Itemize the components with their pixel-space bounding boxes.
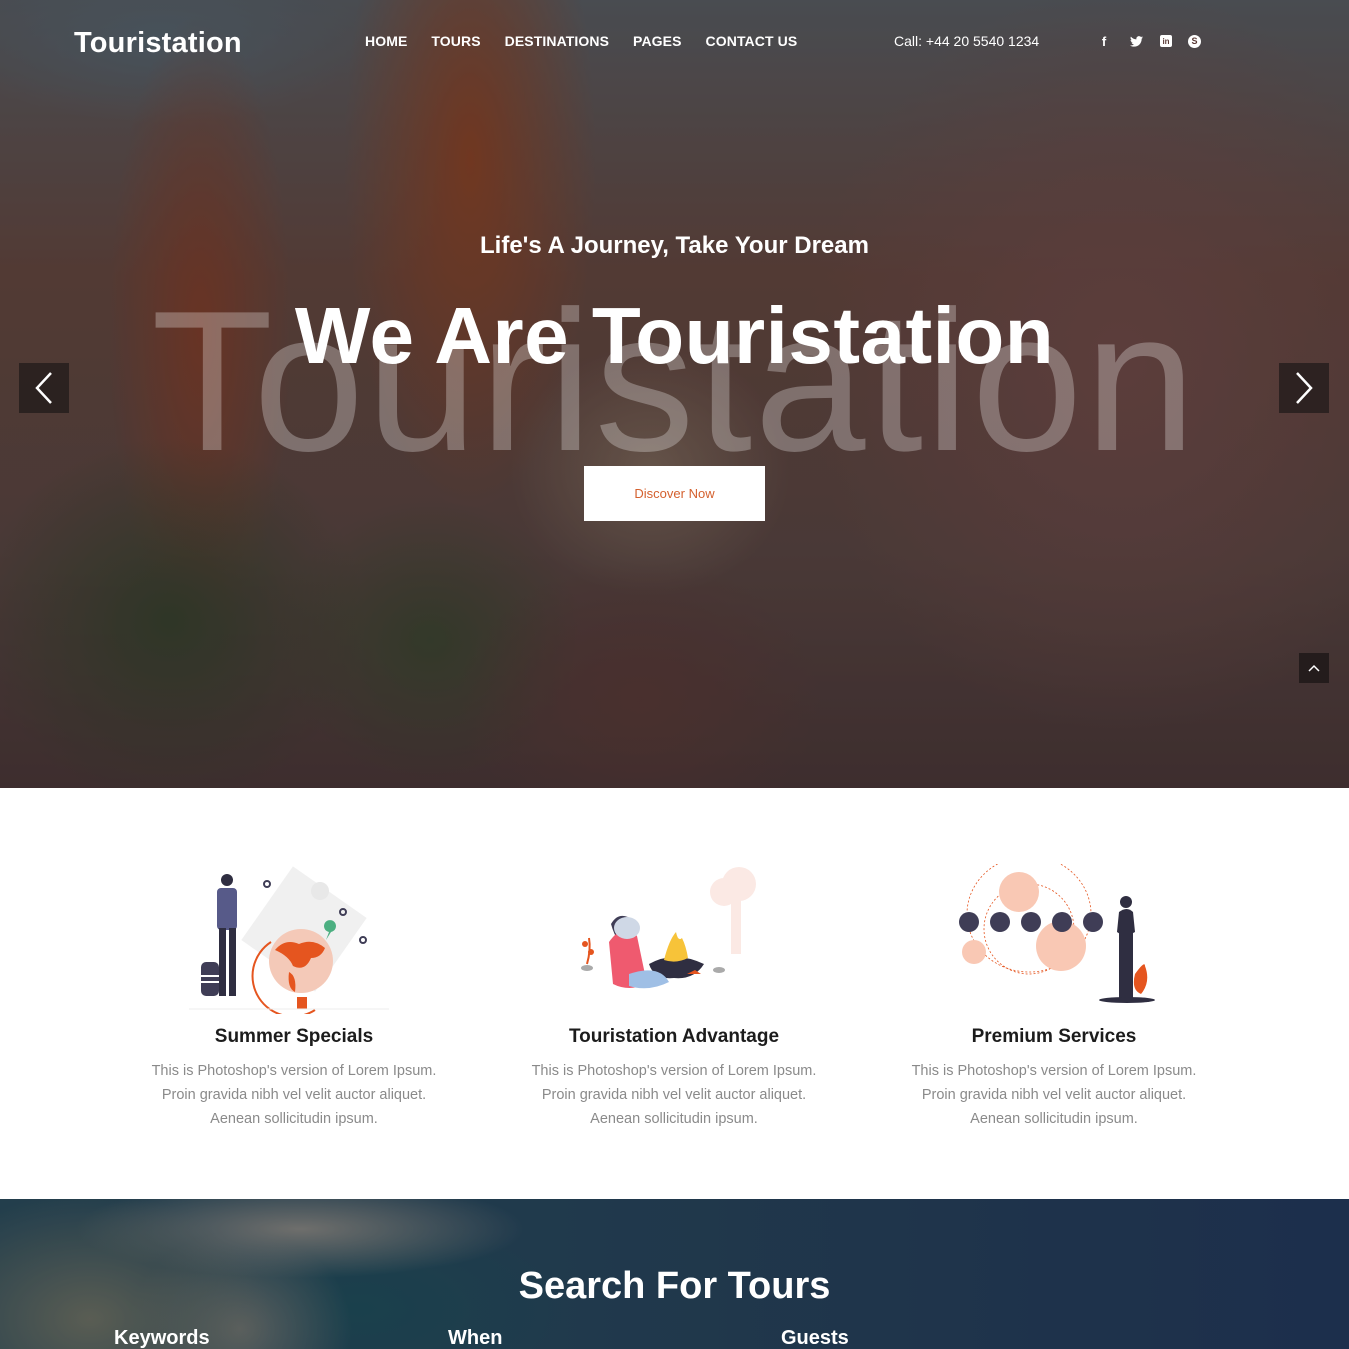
site-header: Touristation HOME TOURS DESTINATIONS PAG… <box>0 0 1349 86</box>
search-title: Search For Tours <box>518 1265 831 1307</box>
slider-prev-button[interactable] <box>19 363 69 413</box>
when-label: When <box>448 1327 503 1349</box>
nav-tours[interactable]: TOURS <box>431 33 480 49</box>
chevron-right-icon <box>1296 372 1313 404</box>
feature-title: Premium Services <box>971 1026 1137 1047</box>
chevron-left-icon <box>35 372 52 404</box>
nav-contact-us[interactable]: CONTACT US <box>706 33 798 49</box>
hero-section: Touristation HOME TOURS DESTINATIONS PAG… <box>0 0 1349 788</box>
nav-home[interactable]: HOME <box>365 33 407 49</box>
main-nav: HOME TOURS DESTINATIONS PAGES CONTACT US <box>365 33 797 49</box>
skype-icon[interactable]: S <box>1188 34 1201 48</box>
traveler-globe-illustration <box>189 866 389 1014</box>
feature-title: Touristation Advantage <box>568 1026 780 1047</box>
campfire-illustration <box>581 867 756 989</box>
call-number: Call: +44 20 5540 1234 <box>894 33 1040 49</box>
feature-description: This is Photoshop's version of Lorem Ips… <box>911 1063 1197 1127</box>
hero-tagline: Life's A Journey, Take Your Dream <box>480 232 869 259</box>
feature-title: Summer Specials <box>214 1026 374 1047</box>
hero-headline: We Are Touristation <box>294 291 1055 380</box>
search-tours-section: Search For Tours Keywords When Guests <box>0 1199 1349 1349</box>
feature-description: This is Photoshop's version of Lorem Ips… <box>151 1063 437 1127</box>
chevron-up-icon <box>1308 664 1320 672</box>
nav-destinations[interactable]: DESTINATIONS <box>505 33 609 49</box>
features-section: Summer Specials This is Photoshop's vers… <box>0 788 1349 1199</box>
twitter-icon[interactable] <box>1128 33 1144 49</box>
keywords-label: Keywords <box>114 1327 210 1349</box>
discover-now-button[interactable]: Discover Now <box>584 466 765 521</box>
services-orbit-illustration <box>959 864 1155 1003</box>
social-links: f in S <box>1096 33 1201 49</box>
facebook-icon[interactable]: f <box>1096 33 1112 49</box>
linkedin-icon[interactable]: in <box>1160 35 1172 47</box>
guests-label: Guests <box>781 1327 849 1349</box>
nav-pages[interactable]: PAGES <box>633 33 681 49</box>
feature-description: This is Photoshop's version of Lorem Ips… <box>531 1063 817 1127</box>
back-to-top-button[interactable] <box>1299 653 1329 683</box>
logo[interactable]: Touristation <box>74 27 242 60</box>
slider-next-button[interactable] <box>1279 363 1329 413</box>
